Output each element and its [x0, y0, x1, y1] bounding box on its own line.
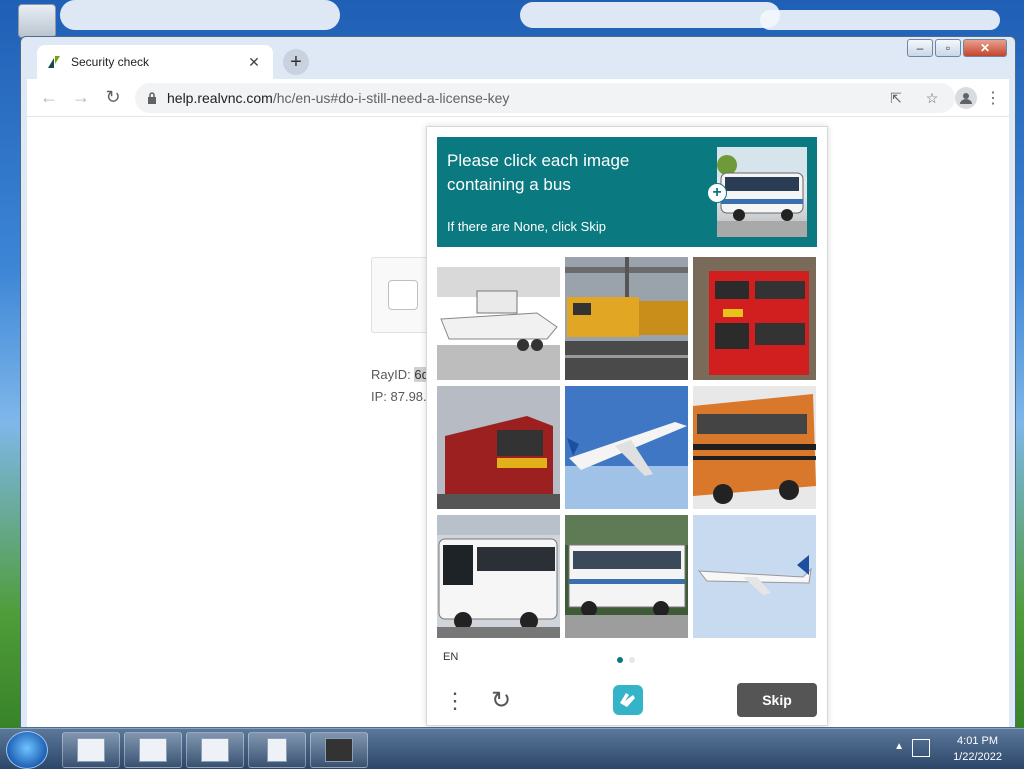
captcha-prompt: Please click each image containing a bus…	[437, 137, 817, 247]
example-bus-image	[717, 147, 807, 237]
tab-title: Security check	[71, 55, 150, 69]
taskbar: ▲ 4:01 PM 1/22/2022	[0, 728, 1024, 769]
url-text[interactable]: help.realvnc.com/hc/en-us#do-i-still-nee…	[167, 90, 871, 106]
captcha-tile-double-decker-bus[interactable]	[693, 257, 816, 380]
captcha-tile-bus[interactable]	[437, 515, 560, 638]
page-dot-active	[617, 657, 623, 663]
page-dot	[629, 657, 635, 663]
minimize-button[interactable]: –	[907, 39, 933, 57]
taskbar-app-4[interactable]	[248, 732, 306, 768]
desktop-cloud	[760, 10, 1000, 30]
taskbar-app-5[interactable]	[310, 732, 368, 768]
prompt-text: Please click each image containing a bus	[447, 151, 630, 194]
reload-icon[interactable]: ↻	[99, 84, 127, 112]
desktop-cloud	[60, 0, 340, 30]
skip-button[interactable]: Skip	[737, 683, 817, 717]
browser-menu-icon[interactable]: ⋮	[985, 87, 1001, 109]
language-selector[interactable]: EN	[443, 651, 458, 663]
captcha-tile-boat[interactable]	[437, 257, 560, 380]
start-button[interactable]	[6, 731, 48, 769]
maximize-button[interactable]: ▫	[935, 39, 961, 57]
captcha-tile-train[interactable]	[565, 257, 688, 380]
window-controls: – ▫ ✕	[907, 39, 1007, 57]
recycle-bin-icon[interactable]	[18, 4, 56, 38]
zendesk-favicon-icon	[48, 56, 60, 68]
captcha-image-grid	[437, 257, 819, 639]
close-window-button[interactable]: ✕	[963, 39, 1007, 57]
captcha-checkbox[interactable]	[388, 280, 418, 310]
captcha-tile-airplane[interactable]	[565, 386, 688, 509]
captcha-challenge: Please click each image containing a bus…	[426, 126, 828, 726]
taskbar-app-3[interactable]	[186, 732, 244, 768]
pagination-dots	[617, 657, 635, 663]
captcha-tile-bus[interactable]	[693, 386, 816, 509]
lock-icon[interactable]	[147, 92, 157, 104]
expand-example-icon[interactable]: +	[707, 183, 727, 203]
tab-close-icon[interactable]: ✕	[245, 54, 263, 71]
address-bar[interactable]: help.realvnc.com/hc/en-us#do-i-still-nee…	[135, 83, 955, 113]
profile-icon[interactable]	[955, 87, 977, 109]
ip-address: IP: 87.98.2	[371, 389, 434, 404]
browser-toolbar: ← → ↻ help.realvnc.com/hc/en-us#do-i-sti…	[27, 79, 1009, 117]
star-icon[interactable]: ☆	[921, 87, 943, 109]
desktop-cloud	[520, 2, 780, 28]
captcha-menu-icon[interactable]: ⋮	[444, 687, 466, 715]
network-icon[interactable]	[912, 739, 930, 757]
tray-expand-icon[interactable]: ▲	[894, 741, 904, 752]
share-icon[interactable]: ⇱	[885, 87, 907, 109]
back-icon[interactable]: ←	[35, 84, 63, 112]
system-clock[interactable]: 4:01 PM 1/22/2022	[953, 733, 1002, 765]
ray-id: RayID: 6d	[371, 367, 429, 382]
refresh-icon[interactable]: ↻	[487, 685, 515, 715]
captcha-tile-bus[interactable]	[565, 515, 688, 638]
prompt-subtext: If there are None, click Skip	[447, 219, 606, 234]
captcha-tile-airplane[interactable]	[693, 515, 816, 638]
captcha-tile-train[interactable]	[437, 386, 560, 509]
forward-icon[interactable]: →	[67, 84, 95, 112]
hcaptcha-logo[interactable]	[611, 683, 645, 717]
taskbar-app-2[interactable]	[124, 732, 182, 768]
tab-security-check[interactable]: Security check ✕	[37, 45, 273, 79]
taskbar-app-1[interactable]	[62, 732, 120, 768]
new-tab-button[interactable]: +	[283, 49, 309, 75]
